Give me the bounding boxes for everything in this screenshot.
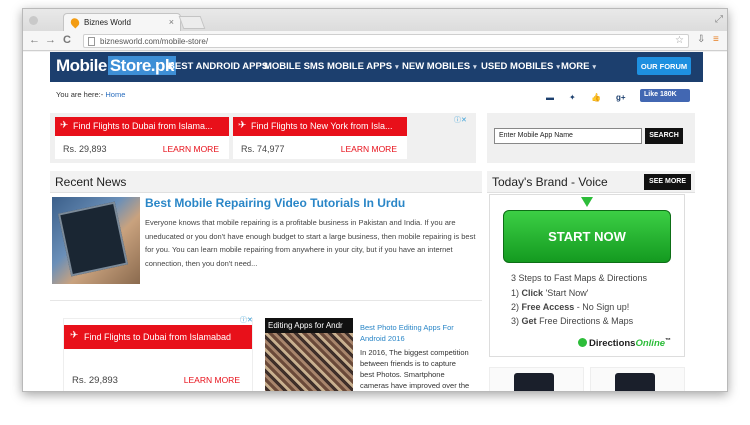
reload-icon[interactable]: C <box>63 34 71 46</box>
learn-more-link[interactable]: LEARN MORE <box>163 144 219 154</box>
directions-online-ad[interactable]: START NOW 3 Steps to Fast Maps & Directi… <box>489 194 685 357</box>
recent-news-heading: Recent News <box>50 171 482 193</box>
learn-more-link[interactable]: LEARN MORE <box>341 144 397 154</box>
learn-more-link[interactable]: LEARN MORE <box>184 375 240 385</box>
download-icon[interactable]: ⇩ <box>697 34 705 45</box>
plane-icon: ✈ <box>70 330 79 341</box>
site-navbar: Mobile Store.pk BEST ANDROID APPS MOBILE … <box>50 52 703 82</box>
flight-ad-dubai[interactable]: ✈ Find Flights to Dubai from Islama... Rs… <box>55 117 229 159</box>
breadcrumb-prefix: You are here:- <box>56 90 104 99</box>
ad-step-2: 2) Free Access - No Sign up! <box>511 302 630 312</box>
ad-headline: ✈ Find Flights to Dubai from Islama... <box>55 117 229 136</box>
chat-icon[interactable]: ▬ <box>546 93 554 102</box>
title-bar: Biznes World × ⤢ <box>23 9 727 31</box>
directions-online-logo: DirectionsOnline™ <box>578 338 671 349</box>
tab-title: Biznes World <box>84 18 131 27</box>
plane-icon: ✈ <box>60 120 69 131</box>
ad-choices-icon[interactable]: ⓘ✕ <box>240 315 253 325</box>
forward-icon[interactable]: → <box>45 34 56 46</box>
phone-image <box>615 373 655 391</box>
site-logo[interactable]: Mobile Store.pk <box>52 55 180 77</box>
phone-card[interactable] <box>489 367 584 391</box>
window-dot <box>29 16 38 25</box>
window-resize-icon[interactable]: ⤢ <box>715 14 723 25</box>
favicon-icon <box>68 16 82 29</box>
divider <box>50 300 482 301</box>
plane-icon: ✈ <box>238 120 247 131</box>
ad-step-3: 3) Get Free Directions & Maps <box>511 316 634 326</box>
app-search-input[interactable]: Enter Mobile App Name <box>494 128 642 144</box>
chevron-down-icon: ▾ <box>556 64 560 71</box>
article-thumbnail[interactable] <box>52 197 140 284</box>
ad-tagline: 3 Steps to Fast Maps & Directions <box>511 273 648 283</box>
app-search-panel: Enter Mobile App Name SEARCH <box>487 113 695 163</box>
logo-text-2: Store.pk <box>107 56 176 75</box>
our-forum-button[interactable]: OUR FORUM <box>637 57 691 75</box>
todays-brand-heading: Today's Brand - Voice SEE MORE <box>487 171 695 193</box>
photo-apps-title-link[interactable]: Best Photo Editing Apps For Android 2016 <box>360 322 470 344</box>
article-title-link[interactable]: Best Mobile Repairing Video Tutorials In… <box>145 196 405 210</box>
article-excerpt: Everyone knows that mobile repairing is … <box>145 218 476 268</box>
start-now-button[interactable]: START NOW <box>503 210 671 263</box>
ad-price: Rs. 29,893 <box>63 144 107 154</box>
browser-tab[interactable]: Biznes World × <box>63 13 181 31</box>
flight-ad-dubai-bottom[interactable]: ⓘ✕ ✈ Find Flights to Dubai from Islamabad… <box>63 315 253 391</box>
google-plus-icon[interactable]: g+ <box>616 93 626 102</box>
top-ad-strip: ✈ Find Flights to Dubai from Islama... Rs… <box>50 113 476 163</box>
arrow-down-icon <box>581 197 593 207</box>
nav-more[interactable]: MORE ▾ <box>561 61 596 72</box>
logo-text-1: Mobile <box>56 56 107 75</box>
search-button[interactable]: SEARCH <box>645 128 683 144</box>
ad-price: Rs. 74,977 <box>241 144 285 154</box>
facebook-like-button[interactable]: Like 180K <box>640 89 690 102</box>
thumbs-up-icon[interactable]: 👍 <box>591 93 601 102</box>
ad-headline: ✈ Find Flights to New York from Isla... <box>233 117 407 136</box>
logo-dot-icon <box>578 338 587 347</box>
chevron-down-icon: ▾ <box>395 64 399 71</box>
ad-choices-icon[interactable]: ⓘ✕ <box>454 115 467 125</box>
ad-headline: ✈ Find Flights to Dubai from Islamabad <box>64 325 252 349</box>
thumbnail-caption: Editing Apps for Andr <box>265 318 353 333</box>
back-icon[interactable]: ← <box>29 34 40 46</box>
twitter-icon[interactable]: ✦ <box>569 93 576 102</box>
phone-image <box>514 373 554 391</box>
chevron-down-icon: ▾ <box>592 64 597 71</box>
chevron-down-icon: ▾ <box>473 64 477 71</box>
bookmark-star-icon[interactable]: ☆ <box>675 35 684 46</box>
ad-step-1: 1) Click 'Start Now' <box>511 288 589 298</box>
url-text: biznesworld.com/mobile-store/ <box>100 37 209 46</box>
photo-apps-excerpt: In 2016, The biggest competition between… <box>360 348 470 390</box>
nav-best-android-apps[interactable]: BEST ANDROID APPS <box>168 61 268 72</box>
tab-close-icon[interactable]: × <box>169 17 174 27</box>
nav-mobile-sms[interactable]: MOBILE SMS <box>264 61 324 72</box>
ad-price: Rs. 29,893 <box>72 375 118 386</box>
nav-used-mobiles[interactable]: USED MOBILES ▾ <box>481 61 560 72</box>
see-more-button[interactable]: SEE MORE <box>644 174 691 190</box>
nav-new-mobiles[interactable]: NEW MOBILES ▾ <box>402 61 477 72</box>
breadcrumb: You are here:- Home <box>56 90 125 99</box>
page-icon <box>88 37 95 46</box>
photo-apps-thumbnail[interactable]: Editing Apps for Andr <box>265 318 353 391</box>
browser-window: Biznes World × ⤢ ← → C biznesworld.com/m… <box>22 8 728 392</box>
url-field[interactable]: biznesworld.com/mobile-store/ ☆ <box>83 34 689 48</box>
phone-card[interactable] <box>590 367 685 391</box>
breadcrumb-home-link[interactable]: Home <box>105 90 125 99</box>
menu-icon[interactable]: ≡ <box>713 34 719 45</box>
address-bar: ← → C biznesworld.com/mobile-store/ ☆ ⇩ … <box>23 31 727 51</box>
page-viewport: Mobile Store.pk BEST ANDROID APPS MOBILE … <box>23 52 727 391</box>
nav-mobile-apps[interactable]: MOBILE APPS ▾ <box>327 61 399 72</box>
new-tab-button[interactable] <box>178 16 206 29</box>
flight-ad-new-york[interactable]: ✈ Find Flights to New York from Isla... R… <box>233 117 407 159</box>
